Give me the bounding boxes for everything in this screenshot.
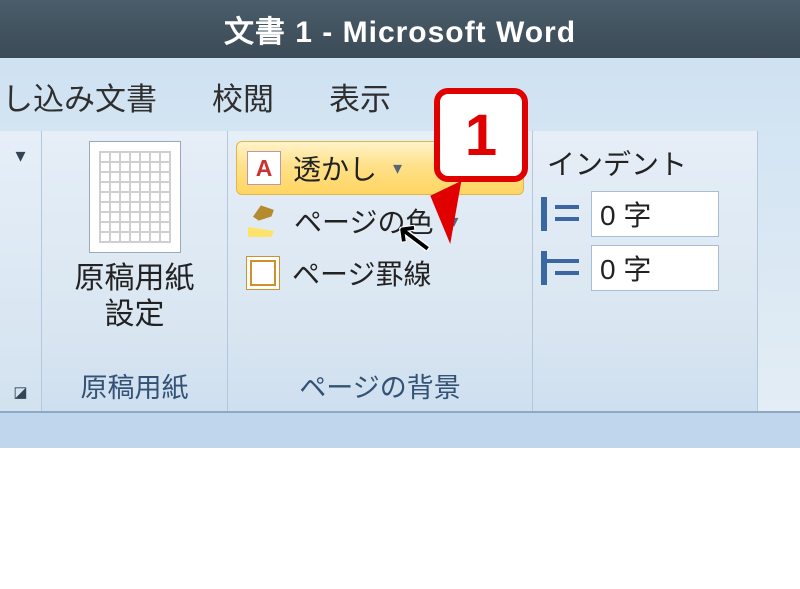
manuscript-paper-icon[interactable] (89, 141, 181, 253)
manuscript-paper-button[interactable]: 原稿用紙 設定 (75, 261, 195, 333)
indent-left-row: 0 字 (541, 191, 749, 237)
ribbon-groups: ▾ ◪ 原稿用紙 設定 原稿用紙 A 透かし ▾ ページの色 (0, 131, 800, 411)
dialog-launcher-icon[interactable]: ◪ (13, 383, 27, 401)
ribbon-collapse-column: ▾ ◪ (0, 131, 42, 411)
grid-pattern-icon (99, 151, 171, 243)
indent-increase-icon (541, 197, 583, 231)
tab-mailings[interactable]: し込み文書 (2, 74, 157, 119)
group-label-page-background: ページの背景 (236, 362, 524, 407)
tab-review[interactable]: 校閲 (212, 74, 274, 119)
watermark-label: 透かし (293, 148, 377, 188)
group-manuscript-paper: 原稿用紙 設定 原稿用紙 (42, 131, 228, 411)
page-border-icon (246, 256, 280, 290)
window-title: 文書 1 - Microsoft Word (224, 7, 576, 51)
dropdown-caret-icon[interactable]: ▾ (15, 143, 25, 168)
tab-view[interactable]: 表示 (329, 74, 391, 119)
indent-right-input[interactable]: 0 字 (591, 245, 719, 291)
indent-decrease-icon (541, 251, 583, 285)
paint-bucket-icon (246, 203, 282, 239)
page-borders-button[interactable]: ページ罫線 (236, 247, 524, 299)
annotation-callout: 1 (434, 88, 528, 182)
ribbon-tabs: し込み文書 校閲 表示 (0, 61, 800, 131)
dropdown-caret-icon: ▾ (393, 158, 402, 179)
indent-right-row: 0 字 (541, 245, 749, 291)
group-label-manuscript: 原稿用紙 (81, 362, 189, 407)
document-area (0, 413, 800, 589)
mouse-cursor-icon: ↖ (391, 208, 437, 267)
indent-title: インデント (541, 143, 749, 183)
page-color-button[interactable]: ページの色 ▾ (236, 195, 524, 247)
group-indent: インデント 0 字 0 字 (533, 131, 758, 411)
title-bar: 文書 1 - Microsoft Word (0, 0, 800, 58)
indent-left-input[interactable]: 0 字 (591, 191, 719, 237)
watermark-icon: A (247, 151, 281, 185)
